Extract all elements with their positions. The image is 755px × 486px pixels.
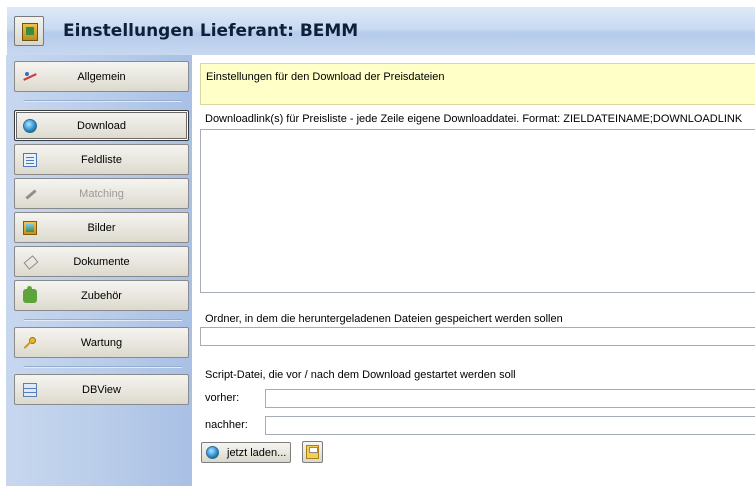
sidebar-divider	[24, 100, 182, 102]
sidebar-item-wartung[interactable]: Wartung	[14, 327, 189, 358]
info-text: Einstellungen für den Download der Preis…	[206, 71, 445, 83]
load-now-label: jetzt laden...	[227, 447, 287, 459]
info-box: Einstellungen für den Download der Preis…	[200, 63, 755, 105]
main-panel: Einstellungen für den Download der Preis…	[192, 55, 755, 486]
settings-window: Einstellungen Lieferant: BEMM Allgemein …	[0, 0, 755, 486]
sidebar-item-label: Allgemein	[77, 71, 126, 83]
header-bar: Einstellungen Lieferant: BEMM	[6, 6, 755, 56]
sidebar-item-label: Matching	[79, 188, 124, 200]
vorher-input[interactable]	[265, 389, 755, 408]
page-title: Einstellungen Lieferant: BEMM	[63, 21, 359, 41]
sidebar-item-allgemein[interactable]: Allgemein	[14, 61, 189, 92]
sidebar-item-label: Zubehör	[81, 290, 122, 302]
sidebar-item-label: Download	[77, 120, 126, 132]
sidebar-item-feldliste[interactable]: Feldliste	[14, 144, 189, 175]
sidebar-item-dokumente[interactable]: Dokumente	[14, 246, 189, 277]
folder-input[interactable]	[200, 327, 755, 346]
sidebar-item-dbview[interactable]: DBView	[14, 374, 189, 405]
script-label: Script-Datei, die vor / nach dem Downloa…	[205, 369, 516, 381]
settings-icon	[22, 23, 38, 41]
sidebar-item-download[interactable]: Download	[14, 110, 189, 141]
folder-label: Ordner, in dem die heruntergeladenen Dat…	[205, 313, 563, 325]
sidebar: Allgemein Download Feldliste Matching Bi…	[6, 55, 192, 486]
sidebar-item-label: DBView	[82, 384, 121, 396]
sidebar-item-label: Dokumente	[73, 256, 130, 268]
nachher-label: nachher:	[205, 419, 248, 431]
save-button[interactable]	[302, 441, 323, 463]
downloadlinks-label: Downloadlink(s) für Preisliste - jede Ze…	[205, 113, 743, 125]
sidebar-divider	[24, 319, 182, 321]
load-now-button[interactable]: jetzt laden...	[201, 442, 291, 463]
sidebar-item-label: Bilder	[87, 222, 116, 234]
sidebar-item-zubehoer[interactable]: Zubehör	[14, 280, 189, 311]
sidebar-item-bilder[interactable]: Bilder	[14, 212, 189, 243]
sidebar-item-matching[interactable]: Matching	[14, 178, 189, 209]
save-icon	[306, 445, 319, 459]
globe-icon	[206, 446, 219, 459]
sidebar-item-label: Feldliste	[81, 154, 122, 166]
downloadlinks-textarea[interactable]	[200, 129, 755, 293]
sidebar-divider	[24, 366, 182, 368]
nachher-input[interactable]	[265, 416, 755, 435]
sidebar-item-label: Wartung	[80, 337, 123, 349]
settings-icon-button[interactable]	[14, 16, 44, 46]
vorher-label: vorher:	[205, 392, 240, 404]
